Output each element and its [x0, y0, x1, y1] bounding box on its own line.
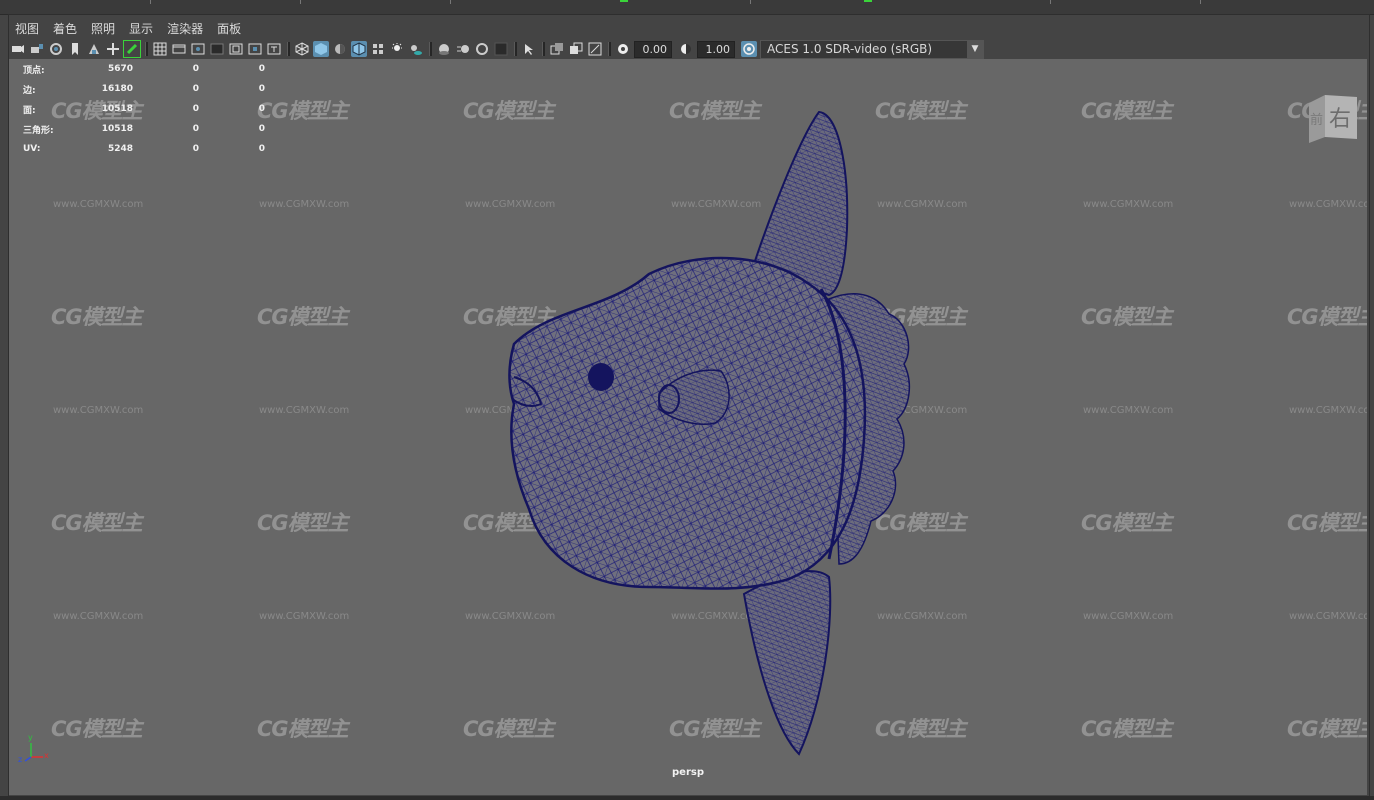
field-chart-icon[interactable] — [228, 41, 244, 57]
menu-panels[interactable]: 面板 — [210, 20, 248, 37]
fish-eye — [588, 363, 614, 391]
sunfish-wireframe-model[interactable] — [9, 59, 1367, 795]
toolbar-separator — [514, 42, 517, 56]
view-transform-dropdown[interactable]: ACES 1.0 SDR-video (sRGB) ▼ — [760, 39, 984, 59]
safe-action-icon[interactable] — [247, 41, 263, 57]
anti-aliasing-icon[interactable] — [474, 41, 490, 57]
isolate-select-icon[interactable] — [521, 41, 537, 57]
toolbar-separator — [608, 42, 611, 56]
camera-attributes-icon[interactable] — [48, 41, 64, 57]
bookmark-icon[interactable] — [67, 41, 83, 57]
gamma-icon[interactable] — [678, 41, 694, 57]
view-transform-label: ACES 1.0 SDR-video (sRGB) — [767, 41, 933, 56]
screen-space-ao-icon[interactable] — [436, 41, 452, 57]
3d-viewport[interactable]: CG模型主 www.CGMXW.com CG模型主 www.CGMXW.com CG模型… — [9, 59, 1367, 795]
camera-name-label: persp — [672, 767, 704, 778]
shadows-icon[interactable] — [408, 41, 424, 57]
exposure-icon[interactable] — [615, 41, 631, 57]
anal-fin — [742, 570, 832, 756]
axis-z-label: z — [18, 755, 23, 764]
axis-x-label: x — [44, 751, 49, 760]
exposure-field[interactable]: 0.00 — [634, 40, 672, 58]
xray-joints-icon[interactable] — [568, 41, 584, 57]
menu-renderer[interactable]: 渲染器 — [160, 20, 210, 37]
menu-view[interactable]: 视图 — [8, 20, 46, 37]
axis-y-label: y — [28, 733, 33, 742]
xray-icon[interactable] — [549, 41, 565, 57]
view-cube-front-face[interactable]: 前 — [1310, 109, 1323, 128]
panel-menubar: 视图 着色 照明 显示 渲染器 面板 — [8, 18, 248, 38]
wireframe-on-shaded-icon[interactable] — [351, 41, 367, 57]
camera-select-icon[interactable] — [10, 41, 26, 57]
bottom-strip — [0, 796, 1374, 800]
menu-show[interactable]: 显示 — [122, 20, 160, 37]
flat-shade-icon[interactable] — [332, 41, 348, 57]
resolution-gate-icon[interactable] — [190, 41, 206, 57]
safe-title-icon[interactable] — [266, 41, 282, 57]
image-plane-icon[interactable] — [86, 41, 102, 57]
grid-icon[interactable] — [152, 41, 168, 57]
toolbar-separator — [287, 42, 290, 56]
toolbar-separator — [145, 42, 148, 56]
menu-lighting[interactable]: 照明 — [84, 20, 122, 37]
film-gate-icon[interactable] — [171, 41, 187, 57]
view-cube-right-face[interactable]: 右 — [1329, 101, 1351, 133]
grease-pencil-icon[interactable] — [123, 40, 141, 58]
camera-lock-icon[interactable] — [29, 41, 45, 57]
toolbar-separator — [542, 42, 545, 56]
gate-mask-icon[interactable] — [209, 41, 225, 57]
depth-of-field-icon[interactable] — [493, 41, 509, 57]
axis-gizmo: x y z — [17, 733, 53, 767]
smooth-shade-icon[interactable] — [313, 41, 329, 57]
2d-pan-zoom-icon[interactable] — [105, 41, 121, 57]
fish-body — [508, 256, 867, 590]
color-management-icon[interactable] — [741, 41, 757, 57]
use-lights-icon[interactable] — [389, 41, 405, 57]
xray-active-icon[interactable] — [587, 41, 603, 57]
timeline-strip — [0, 0, 1374, 15]
view-cube[interactable]: 右 前 — [1303, 87, 1361, 145]
toolbar-separator — [429, 42, 432, 56]
wireframe-icon[interactable] — [294, 41, 310, 57]
textured-icon[interactable] — [370, 41, 386, 57]
panel-toolbar: 0.00 1.00 ACES 1.0 SDR-video (sRGB) ▼ — [10, 39, 1368, 59]
chevron-down-icon[interactable]: ▼ — [967, 40, 983, 58]
motion-blur-icon[interactable] — [455, 41, 471, 57]
menu-shading[interactable]: 着色 — [46, 20, 84, 37]
gamma-field[interactable]: 1.00 — [697, 40, 735, 58]
